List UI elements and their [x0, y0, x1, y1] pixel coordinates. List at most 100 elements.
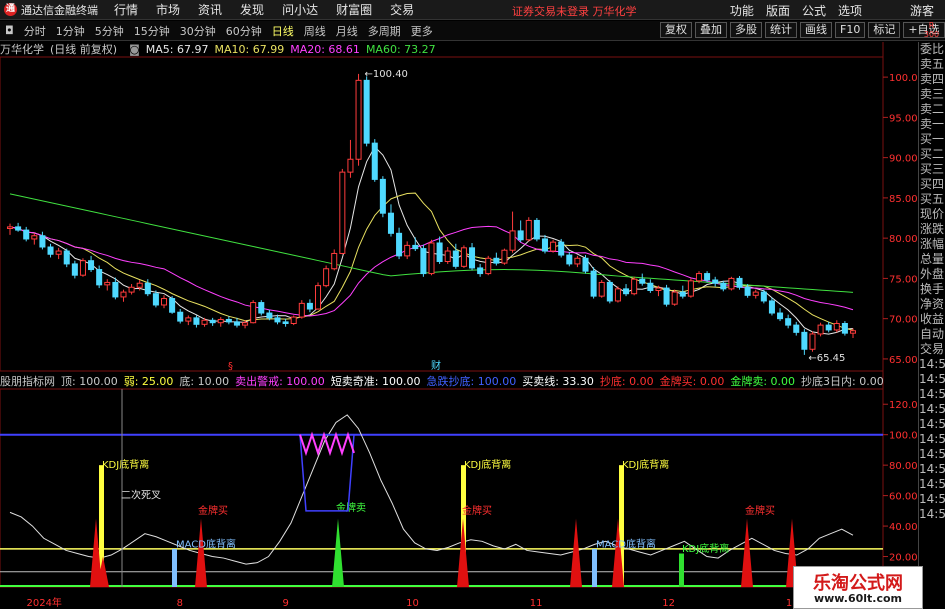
- candle-body-16: [136, 282, 143, 288]
- gold-sell-label: 金牌卖: [336, 501, 366, 514]
- candle-body-21: [177, 311, 184, 322]
- sidebar-item-24[interactable]: 14:56: [919, 402, 945, 417]
- date-label-0: 2024年: [26, 596, 61, 609]
- candle-body-51: [420, 248, 427, 275]
- sidebar-item-6[interactable]: 买一: [919, 132, 945, 147]
- sidebar-item-17[interactable]: 净资: [919, 297, 945, 312]
- candle-body-10: [88, 260, 95, 271]
- candle-body-60: [493, 257, 500, 264]
- candle-body-93: [760, 291, 767, 302]
- candle-body-11: [96, 269, 103, 286]
- ind-cyan-0: [172, 548, 177, 587]
- sidebar-item-14[interactable]: 总量: [919, 252, 945, 267]
- candle-body-102: [833, 322, 840, 331]
- candle-body-52: [428, 242, 435, 275]
- mark-cai: 财: [431, 359, 441, 372]
- low-label: ←65.45: [808, 353, 845, 364]
- price-tick-label-1: 95.00: [889, 113, 918, 124]
- sidebar-item-5[interactable]: 卖一: [919, 117, 945, 132]
- candle-body-97: [793, 324, 800, 333]
- sidebar-item-21[interactable]: 14:56: [919, 357, 945, 372]
- price-tick-label-2: 90.00: [889, 154, 918, 165]
- ind-tick-label-0: 120.0: [889, 400, 918, 411]
- sidebar-item-20[interactable]: 交易: [919, 342, 945, 357]
- sidebar-item-25[interactable]: 14:56: [919, 417, 945, 432]
- candle-body-20: [169, 298, 176, 313]
- indicator-value-2: 底: 10.00: [179, 375, 230, 388]
- candle-body-44: [363, 79, 370, 144]
- gold-buy-label-2: 金牌买: [745, 504, 775, 517]
- candle-body-77: [631, 278, 638, 295]
- sidebar-item-16[interactable]: 换手: [919, 282, 945, 297]
- candle-body-94: [768, 300, 775, 314]
- indicator-value-0: 顶: 100.00: [61, 375, 118, 388]
- ind-tick-label-3: 60.00: [889, 492, 918, 503]
- green-bar: [679, 553, 684, 587]
- sidebar-item-3[interactable]: 卖三: [919, 87, 945, 102]
- sidebar-item-26[interactable]: 14:56: [919, 432, 945, 447]
- sidebar-item-31[interactable]: 14:56: [919, 507, 945, 522]
- candle-body-83: [679, 291, 686, 297]
- candle-body-4: [39, 235, 46, 248]
- candle-body-90: [736, 277, 743, 288]
- sidebar-item-12[interactable]: 涨跌: [919, 222, 945, 237]
- indicator-value-8: 金牌买: 0.00: [659, 375, 725, 388]
- candle-body-100: [817, 324, 824, 335]
- sidebar-item-4[interactable]: 卖二: [919, 102, 945, 117]
- date-label-1: 8: [177, 598, 183, 609]
- candle-body-80: [655, 287, 662, 291]
- candle-body-1: [15, 226, 22, 231]
- indicator-panel-frame: [0, 388, 884, 588]
- candle-body-28: [233, 321, 240, 326]
- sidebar-item-18[interactable]: 收益: [919, 312, 945, 327]
- price-tick-label-4: 80.00: [889, 234, 918, 245]
- candle-body-98: [801, 331, 808, 350]
- candle-body-45: [371, 142, 378, 180]
- sidebar-item-19[interactable]: 自动: [919, 327, 945, 342]
- sidebar-item-7[interactable]: 买二: [919, 147, 945, 162]
- candle-body-49: [404, 244, 411, 257]
- indicator-value-4: 短卖奇准: 100.00: [330, 375, 421, 388]
- candle-body-64: [525, 219, 532, 241]
- sidebar-item-13[interactable]: 涨幅: [919, 237, 945, 252]
- sidebar-item-9[interactable]: 买四: [919, 177, 945, 192]
- candle-body-47: [387, 212, 394, 234]
- candle-body-2: [23, 229, 30, 240]
- candle-body-56: [460, 247, 467, 267]
- sidebar-item-28[interactable]: 14:56: [919, 462, 945, 477]
- red-spike-4: [570, 518, 582, 587]
- candle-body-85: [695, 273, 703, 282]
- candle-body-57: [469, 247, 476, 269]
- candle-body-46: [379, 178, 386, 214]
- sidebar-item-15[interactable]: 外盘: [919, 267, 945, 282]
- sidebar-item-8[interactable]: 买三: [919, 162, 945, 177]
- candle-body-70: [574, 257, 581, 265]
- sidebar-item-11[interactable]: 现价: [919, 207, 945, 222]
- sidebar-item-1[interactable]: 卖五: [919, 57, 945, 72]
- sidebar-item-29[interactable]: 14:56: [919, 477, 945, 492]
- sidebar-item-22[interactable]: 14:56: [919, 372, 945, 387]
- sidebar-item-2[interactable]: 卖四: [919, 72, 945, 87]
- indicator-value-6: 买卖线: 33.30: [522, 375, 594, 388]
- candle-body-30: [250, 302, 257, 324]
- candle-body-82: [671, 291, 678, 305]
- candle-body-95: [777, 312, 784, 320]
- candle-body-104: [849, 330, 857, 334]
- candle-body-72: [590, 270, 597, 297]
- sidebar-item-10[interactable]: 买五: [919, 192, 945, 207]
- candle-body-53: [436, 242, 443, 263]
- candle-body-17: [144, 282, 151, 295]
- sidebar-item-27[interactable]: 14:56: [919, 447, 945, 462]
- sidebar-item-0[interactable]: 委比: [919, 42, 945, 57]
- candle-body-73: [598, 281, 605, 297]
- candle-body-69: [566, 254, 573, 265]
- sidebar-item-30[interactable]: 14:56: [919, 492, 945, 507]
- sidebar-item-23[interactable]: 14:56: [919, 387, 945, 402]
- ind-tick-label-2: 80.00: [889, 461, 918, 472]
- chart-canvas[interactable]: 100.0 95.00 90.00 85.00 80.00 75.00 70.00 65.00…: [0, 0, 945, 609]
- ind-tick-label-5: 20.00: [889, 553, 918, 564]
- candle-body-13: [112, 281, 119, 298]
- candle-body-74: [606, 281, 613, 302]
- candle-body-65: [533, 219, 540, 240]
- candle-body-8: [71, 263, 78, 276]
